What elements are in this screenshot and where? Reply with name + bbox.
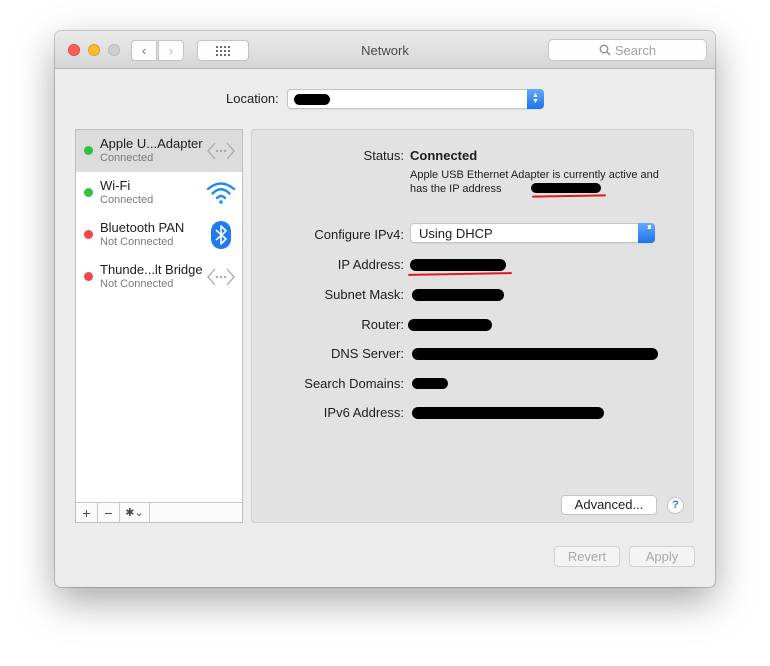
status-value: Connected xyxy=(410,148,478,163)
show-all-button[interactable] xyxy=(197,40,249,61)
chevron-left-icon: ‹ xyxy=(141,43,147,58)
network-preferences-window: ‹ › Network Search Location: ▲ ▼ Apple U.… xyxy=(55,31,715,587)
service-status: Connected xyxy=(100,194,154,206)
apply-button[interactable]: Apply xyxy=(629,546,695,567)
add-service-button[interactable]: + xyxy=(76,503,98,522)
minus-icon: − xyxy=(104,504,113,521)
service-list-toolbar: + − ✱⌄ xyxy=(76,502,242,522)
location-select[interactable]: ▲ ▼ xyxy=(287,89,544,109)
service-list: Apple U...Adapter Connected Wi-Fi Connec… xyxy=(75,129,243,523)
service-actions-button[interactable]: ✱⌄ xyxy=(120,503,150,522)
service-details-panel: Status: Connected Apple USB Ethernet Ada… xyxy=(251,129,694,523)
select-stepper-icon: ▲ ▼ xyxy=(638,223,655,243)
search-domains-label: Search Domains: xyxy=(304,376,404,391)
redacted-subnet-mask xyxy=(412,289,504,301)
status-dot-disconnected xyxy=(84,272,93,281)
title-bar: ‹ › Network Search xyxy=(55,31,715,69)
help-button[interactable]: ? xyxy=(667,497,684,514)
annotation-underline xyxy=(407,272,513,276)
window-title: Network xyxy=(361,43,409,58)
service-name: Wi-Fi xyxy=(100,178,131,193)
grid-icon xyxy=(216,45,230,56)
search-icon xyxy=(599,44,611,56)
service-item-bluetooth-pan[interactable]: Bluetooth PAN Not Connected xyxy=(76,214,242,256)
service-name: Apple U...Adapter xyxy=(100,136,203,151)
forward-button[interactable]: › xyxy=(158,40,184,61)
select-stepper-icon: ▲ ▼ xyxy=(527,89,544,109)
service-status: Not Connected xyxy=(100,236,174,248)
ip-address-label: IP Address: xyxy=(337,257,404,272)
redacted-search-domains xyxy=(412,378,448,389)
service-name: Bluetooth PAN xyxy=(100,220,185,235)
close-window-button[interactable] xyxy=(68,44,80,56)
ethernet-icon xyxy=(207,142,235,160)
advanced-button[interactable]: Advanced... xyxy=(561,495,657,515)
service-status: Not Connected xyxy=(100,278,174,290)
bluetooth-icon xyxy=(211,221,231,249)
plus-icon: + xyxy=(82,504,91,521)
minimize-window-button[interactable] xyxy=(88,44,100,56)
location-label: Location: xyxy=(226,91,279,106)
dns-server-label: DNS Server: xyxy=(331,346,404,361)
service-item-wifi[interactable]: Wi-Fi Connected xyxy=(76,172,242,214)
remove-service-button[interactable]: − xyxy=(98,503,120,522)
chevron-right-icon: › xyxy=(168,43,174,58)
redacted-ip-address xyxy=(410,259,506,271)
wifi-icon xyxy=(206,182,236,204)
redacted-ipv6-address xyxy=(412,407,604,419)
redacted-location xyxy=(294,94,330,105)
redacted-router xyxy=(408,319,492,331)
ethernet-icon xyxy=(207,268,235,286)
service-status: Connected xyxy=(100,152,154,164)
status-label: Status: xyxy=(363,148,404,163)
status-dot-disconnected xyxy=(84,230,93,239)
service-item-ethernet[interactable]: Apple U...Adapter Connected xyxy=(76,130,242,172)
configure-ipv4-value: Using DHCP xyxy=(419,226,493,241)
subnet-mask-label: Subnet Mask: xyxy=(324,287,405,302)
configure-ipv4-label: Configure IPv4: xyxy=(314,227,404,242)
annotation-underline xyxy=(531,194,607,198)
status-dot-connected xyxy=(84,146,93,155)
ipv6-address-label: IPv6 Address: xyxy=(323,405,404,420)
zoom-window-button[interactable] xyxy=(108,44,120,56)
service-item-thunderbolt-bridge[interactable]: Thunde...lt Bridge Not Connected xyxy=(76,256,242,298)
search-field[interactable]: Search xyxy=(548,39,707,61)
gear-icon: ✱⌄ xyxy=(125,507,144,519)
service-name: Thunde...lt Bridge xyxy=(100,262,203,277)
redacted-status-ip xyxy=(531,183,601,193)
configure-ipv4-select[interactable]: Using DHCP ▲ ▼ xyxy=(410,223,655,243)
back-button[interactable]: ‹ xyxy=(131,40,157,61)
search-placeholder: Search xyxy=(614,42,657,58)
status-dot-connected xyxy=(84,188,93,197)
revert-button[interactable]: Revert xyxy=(554,546,620,567)
router-label: Router: xyxy=(361,317,404,332)
redacted-dns-server xyxy=(412,348,658,360)
